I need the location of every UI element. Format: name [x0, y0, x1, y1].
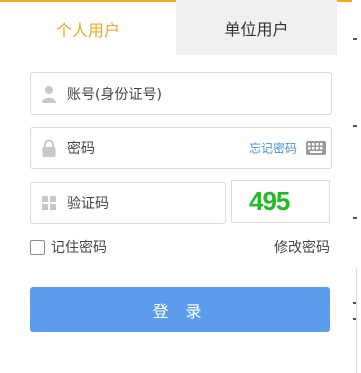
account-placeholder: 账号(身份证号) — [67, 86, 162, 103]
edge-tick — [353, 217, 357, 219]
captcha-placeholder: 验证码 — [67, 196, 109, 212]
password-placeholder: 密码 — [67, 141, 95, 157]
keyboard-icon[interactable] — [306, 141, 326, 155]
password-field[interactable]: 密码 忘记密码 — [30, 127, 332, 169]
login-panel: 个人用户 单位用户 账号(身份证号) 密码 忘记密码 验证码 495 记住密码 … — [0, 0, 361, 373]
login-button[interactable]: 登 录 — [30, 287, 330, 332]
account-field[interactable]: 账号(身份证号) — [30, 72, 332, 115]
remember-label: 记住密码 — [51, 240, 107, 256]
tab-organization-user[interactable]: 单位用户 — [176, 0, 337, 55]
grid-icon — [42, 196, 56, 210]
captcha-field[interactable]: 验证码 — [30, 182, 226, 224]
edge-tick — [353, 38, 357, 40]
lock-icon — [42, 139, 56, 157]
remember-password[interactable]: 记住密码 — [30, 238, 107, 256]
user-type-tabs: 个人用户 单位用户 — [0, 0, 361, 55]
edge-divider — [356, 268, 357, 373]
user-icon — [42, 85, 56, 103]
captcha-image[interactable]: 495 — [231, 180, 330, 223]
tab-personal-user[interactable]: 个人用户 — [0, 2, 176, 55]
change-password-link[interactable]: 修改密码 — [274, 237, 330, 257]
captcha-code: 495 — [249, 186, 290, 216]
edge-tick — [353, 125, 357, 127]
remember-checkbox[interactable] — [30, 239, 45, 255]
forgot-password-link[interactable]: 忘记密码 — [249, 140, 297, 157]
